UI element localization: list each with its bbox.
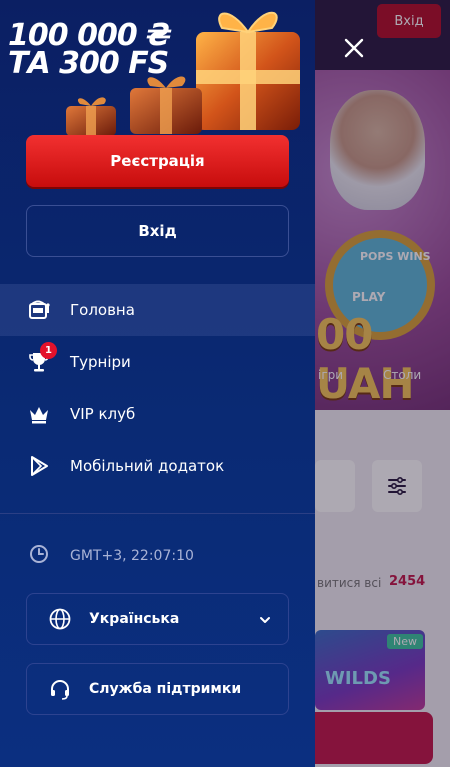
play-store-icon [25,452,53,480]
server-time: GMT+3, 22:07:10 [25,540,194,572]
register-button[interactable]: Реєстрація [26,135,289,187]
promo-banner[interactable]: 100 000 ₴ ТА 300 FS [0,0,315,138]
side-drawer: 100 000 ₴ ТА 300 FS Реєстрація Вхід Голо… [0,0,315,767]
crown-icon [25,400,53,428]
nav-label-home: Головна [70,301,135,319]
drawer-divider [0,513,315,514]
promo-free-spins: ТА 300 FS [8,46,169,81]
nav-item-home[interactable]: Головна [0,284,315,336]
support-button[interactable]: Служба підтримки [26,663,289,715]
trophy-icon: 1 [25,342,57,376]
server-time-text: GMT+3, 22:07:10 [70,548,194,564]
close-icon [344,38,364,58]
chevron-down-icon [258,612,272,631]
support-label: Служба підтримки [89,681,242,697]
slot-machine-icon [25,296,53,324]
nav-label-mobile-app: Мобільний додаток [70,457,225,475]
globe-icon [47,606,73,632]
nav-item-tournaments[interactable]: 1 Турніри [0,336,315,388]
tournaments-badge: 1 [40,342,57,359]
nav-label-tournaments: Турніри [70,353,131,371]
language-label: Українська [89,611,180,627]
main-nav: Головна 1 Турніри VIP клуб Мобільний дод… [0,284,315,492]
nav-item-vip[interactable]: VIP клуб [0,388,315,440]
login-button[interactable]: Вхід [26,205,289,257]
headset-icon [47,676,73,702]
nav-item-mobile-app[interactable]: Мобільний додаток [0,440,315,492]
clock-icon [25,540,53,572]
language-selector[interactable]: Українська [26,593,289,645]
nav-label-vip: VIP клуб [70,405,136,423]
close-drawer-button[interactable] [338,32,370,64]
